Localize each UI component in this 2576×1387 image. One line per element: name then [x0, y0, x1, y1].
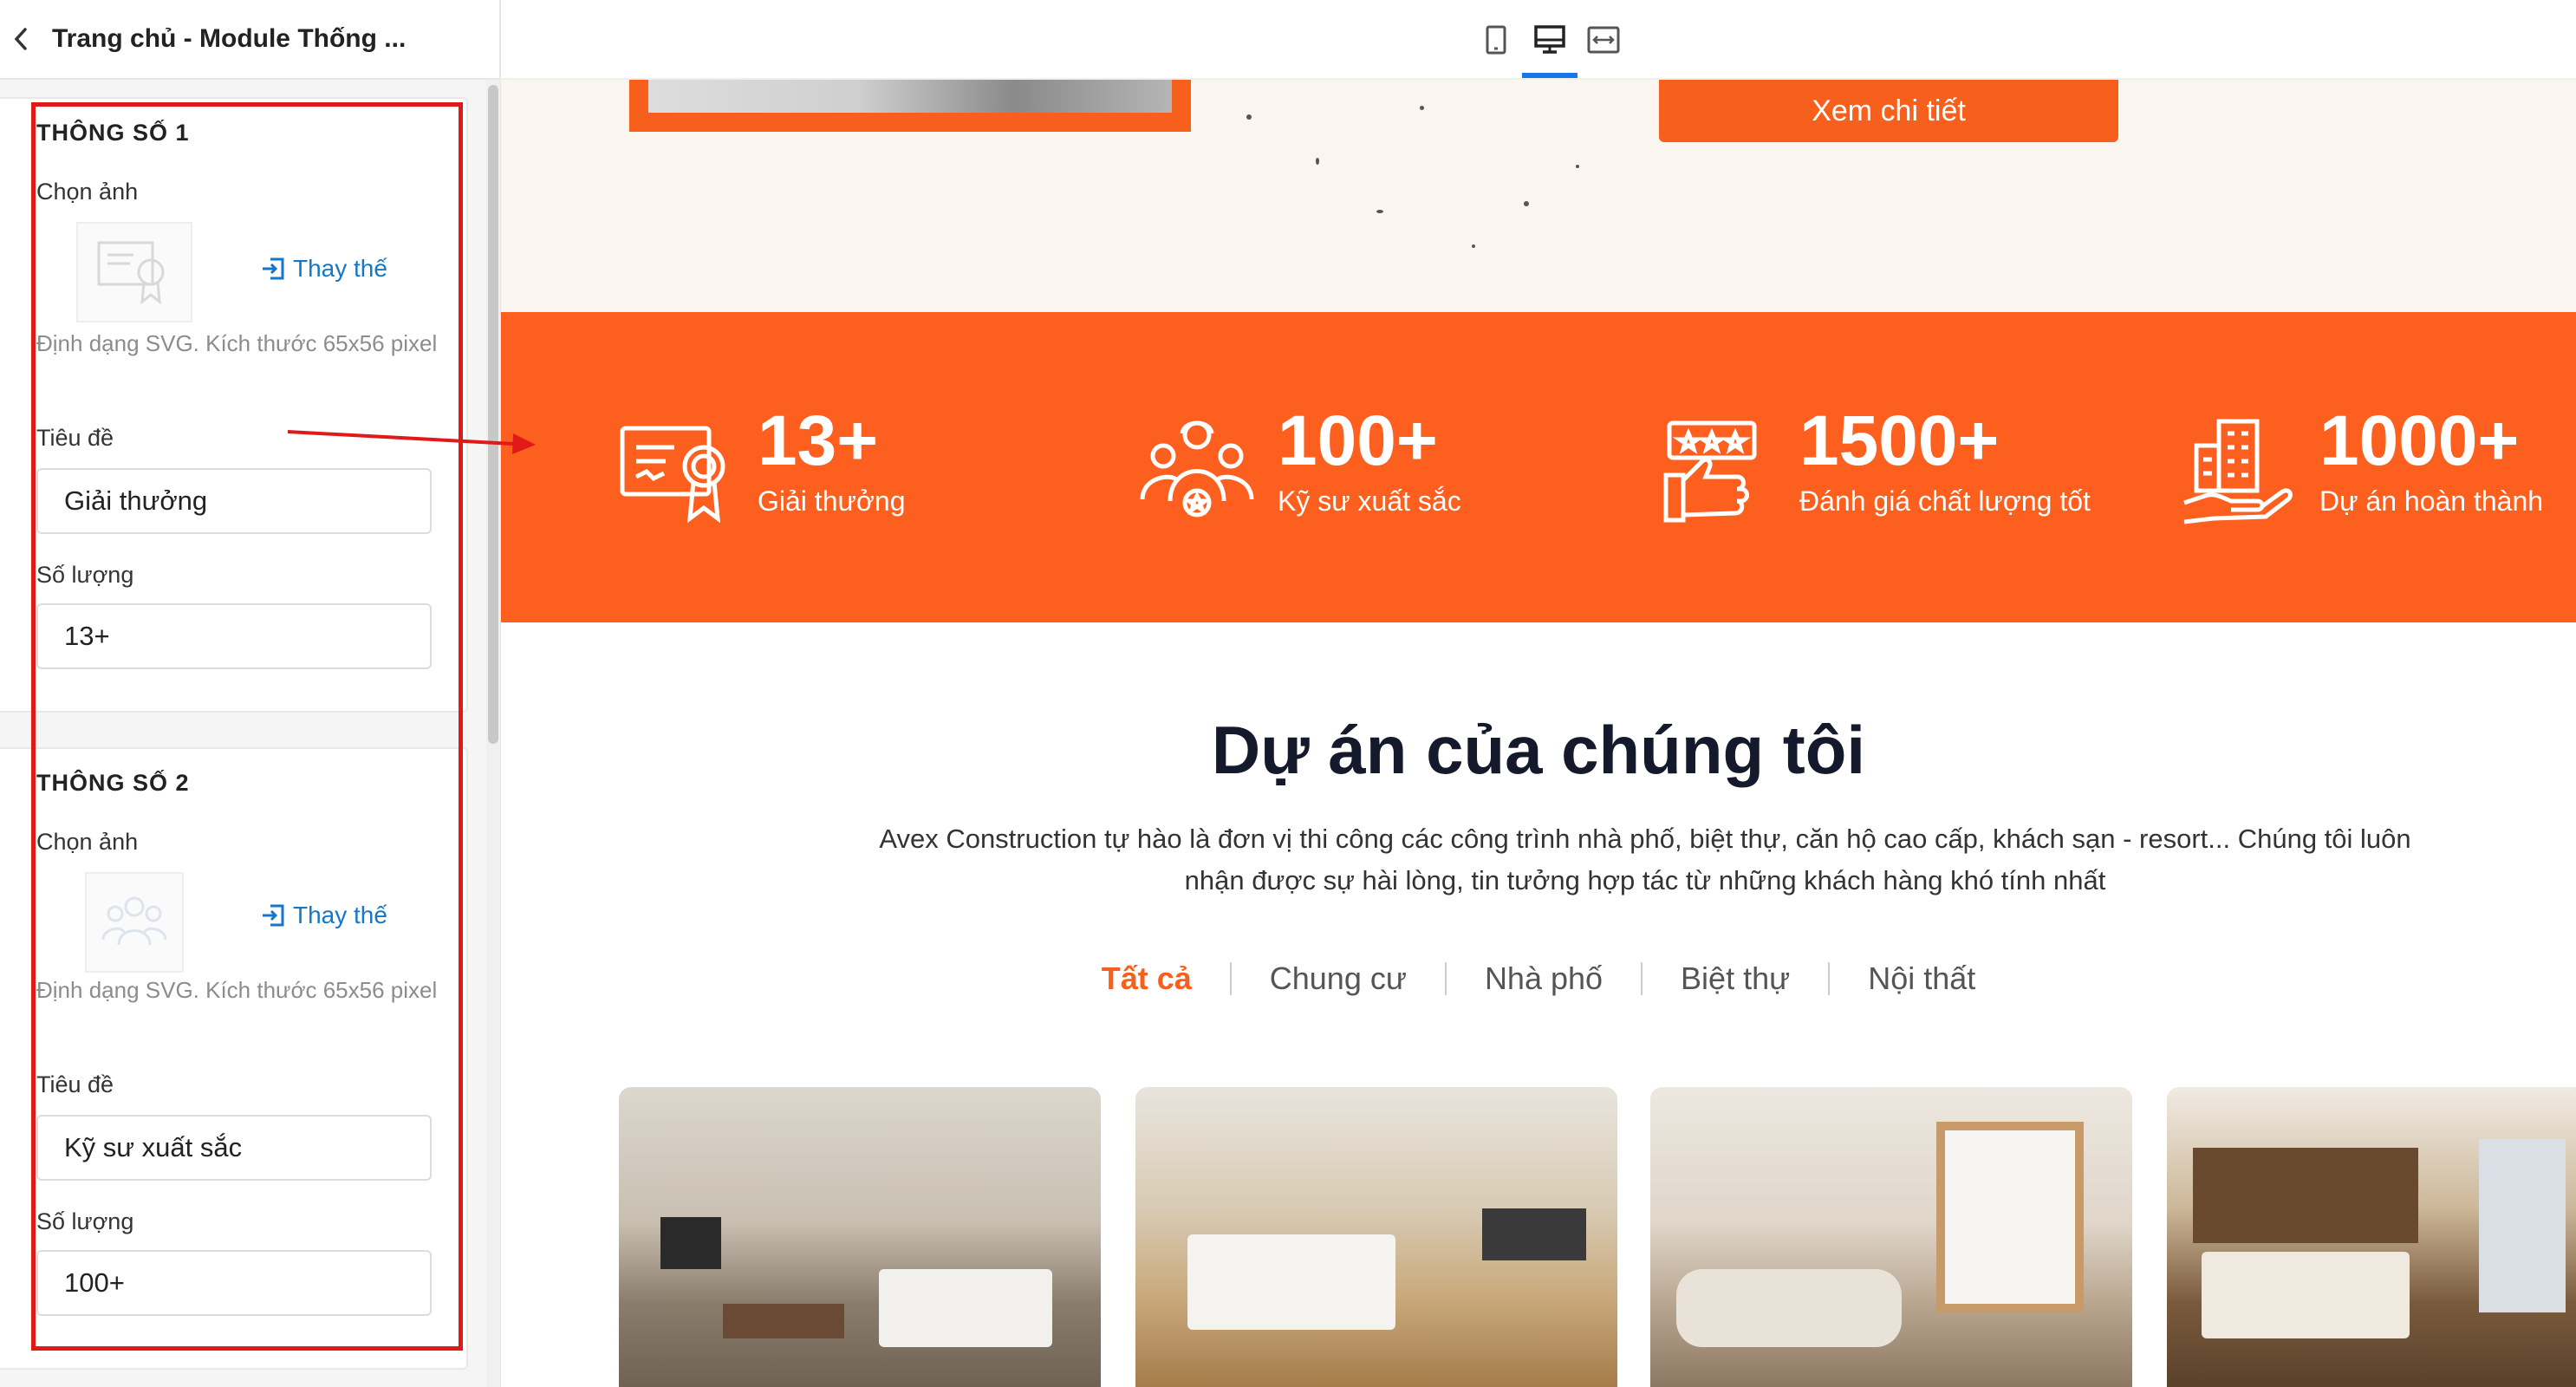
replace-label: Thay thế: [293, 255, 387, 282]
count-input[interactable]: [36, 603, 432, 669]
chevron-left-icon: [14, 28, 27, 50]
stat-number: 13+: [758, 401, 879, 480]
settings-sidebar: Trang chủ - Module Thống ... THÔNG SỐ 1 …: [0, 0, 501, 1387]
bed-shape: [1187, 1234, 1395, 1330]
window-shape: [2479, 1139, 2566, 1312]
desktop-icon: [1534, 25, 1565, 54]
replace-icon: [263, 904, 284, 927]
stat-panel-1: THÔNG SỐ 1 Chọn ảnh Thay thế Định dạng S…: [0, 97, 468, 713]
sidebar-header: Trang chủ - Module Thống ...: [0, 0, 499, 80]
device-fullwidth-button[interactable]: [1576, 12, 1631, 68]
stat-item: 1000+ Dự án hoàn thành: [2179, 402, 2543, 529]
replace-image-button[interactable]: Thay thế: [260, 255, 387, 283]
device-mobile-button[interactable]: [1468, 12, 1524, 68]
team-icon: [1140, 420, 1254, 518]
sidebar-title: Trang chủ - Module Thống ...: [52, 24, 407, 53]
project-card[interactable]: [619, 1087, 1101, 1387]
stats-section: 13+ Giải thưởng 100+ Kỹ sư xuất sắc 1500…: [501, 312, 2576, 622]
window-shape: [1936, 1122, 2084, 1312]
hero-frame: [629, 80, 1191, 132]
project-filter-tabs: Tất cả Chung cư Nhà phố Biệt thự Nội thấ…: [501, 960, 2576, 997]
active-device-indicator: [1522, 73, 1577, 78]
image-thumbnail[interactable]: [85, 872, 184, 973]
filter-tab-apartment[interactable]: Chung cư: [1232, 960, 1445, 997]
count-label: Số lượng: [36, 562, 134, 588]
scrollbar-thumb[interactable]: [488, 85, 498, 744]
stat-item: 100+ Kỹ sư xuất sắc: [1137, 402, 1461, 529]
title-input[interactable]: [36, 1115, 432, 1181]
headboard-shape: [2193, 1148, 2418, 1243]
project-card[interactable]: [1135, 1087, 1617, 1387]
sofa-shape: [879, 1269, 1052, 1347]
building-hand-icon: [2183, 419, 2293, 524]
preview-canvas: Xem chi tiết 13+ Giải thưởng 100+ Kỹ sư …: [501, 0, 2576, 1387]
certificate-icon: [97, 241, 165, 305]
title-label: Tiêu đề: [36, 425, 114, 451]
replace-image-button[interactable]: Thay thế: [260, 902, 387, 929]
table-shape: [723, 1304, 844, 1338]
bed-shape: [2202, 1252, 2410, 1338]
panel-heading: THÔNG SỐ 1: [36, 120, 190, 146]
tv-shape: [660, 1217, 721, 1269]
team-icon: [101, 896, 167, 946]
stat-item: 1500+ Đánh giá chất lượng tốt: [1659, 402, 2091, 529]
stat-number: 1500+: [1799, 401, 2000, 480]
filter-tab-villa[interactable]: Biệt thự: [1643, 960, 1828, 997]
image-format-hint: Định dạng SVG. Kích thước 65x56 pixel: [36, 977, 438, 1003]
count-input[interactable]: [36, 1250, 432, 1316]
stat-panel-2: THÔNG SỐ 2 Chọn ảnh Thay thế Định dạng S…: [0, 747, 468, 1370]
hero-section: Xem chi tiết: [501, 80, 2576, 312]
back-button[interactable]: [5, 23, 36, 55]
title-input[interactable]: [36, 468, 432, 534]
filter-tab-interior[interactable]: Nội thất: [1830, 960, 2013, 997]
stat-number: 100+: [1278, 401, 1438, 480]
rating-icon: [1663, 420, 1757, 523]
count-label: Số lượng: [36, 1208, 134, 1234]
projects-description: Avex Construction tự hào là đơn vị thi c…: [879, 824, 2411, 895]
sidebar-scrollbar[interactable]: [486, 80, 500, 1387]
fullwidth-icon: [1587, 26, 1620, 54]
projects-title: Dự án của chúng tôi: [1211, 712, 1866, 788]
stat-item: 13+ Giải thưởng: [617, 402, 905, 529]
filter-tab-townhouse[interactable]: Nhà phố: [1447, 960, 1641, 997]
stat-number: 1000+: [2319, 401, 2520, 480]
device-toolbar: [501, 0, 2576, 80]
image-label: Chọn ảnh: [36, 829, 139, 855]
image-label: Chọn ảnh: [36, 179, 139, 205]
view-detail-button[interactable]: Xem chi tiết: [1659, 80, 2118, 142]
project-card[interactable]: [1650, 1087, 2132, 1387]
tv-shape: [1482, 1208, 1586, 1260]
sofa-shape: [1676, 1269, 1902, 1347]
stat-label: Đánh giá chất lượng tốt: [1799, 485, 2091, 517]
image-format-hint: Định dạng SVG. Kích thước 65x56 pixel: [36, 330, 438, 356]
image-thumbnail[interactable]: [76, 222, 192, 322]
certificate-icon: [620, 426, 725, 524]
replace-label: Thay thế: [293, 902, 387, 928]
project-card[interactable]: [2167, 1087, 2576, 1387]
panel-heading: THÔNG SỐ 2: [36, 770, 190, 796]
stat-label: Kỹ sư xuất sắc: [1278, 485, 1461, 517]
title-label: Tiêu đề: [36, 1071, 114, 1097]
device-desktop-button[interactable]: [1522, 12, 1577, 68]
stat-label: Giải thưởng: [758, 485, 906, 517]
mobile-icon: [1486, 25, 1506, 55]
replace-icon: [263, 257, 284, 280]
filter-tab-all[interactable]: Tất cả: [1064, 960, 1230, 997]
stat-label: Dự án hoàn thành: [2319, 485, 2544, 517]
